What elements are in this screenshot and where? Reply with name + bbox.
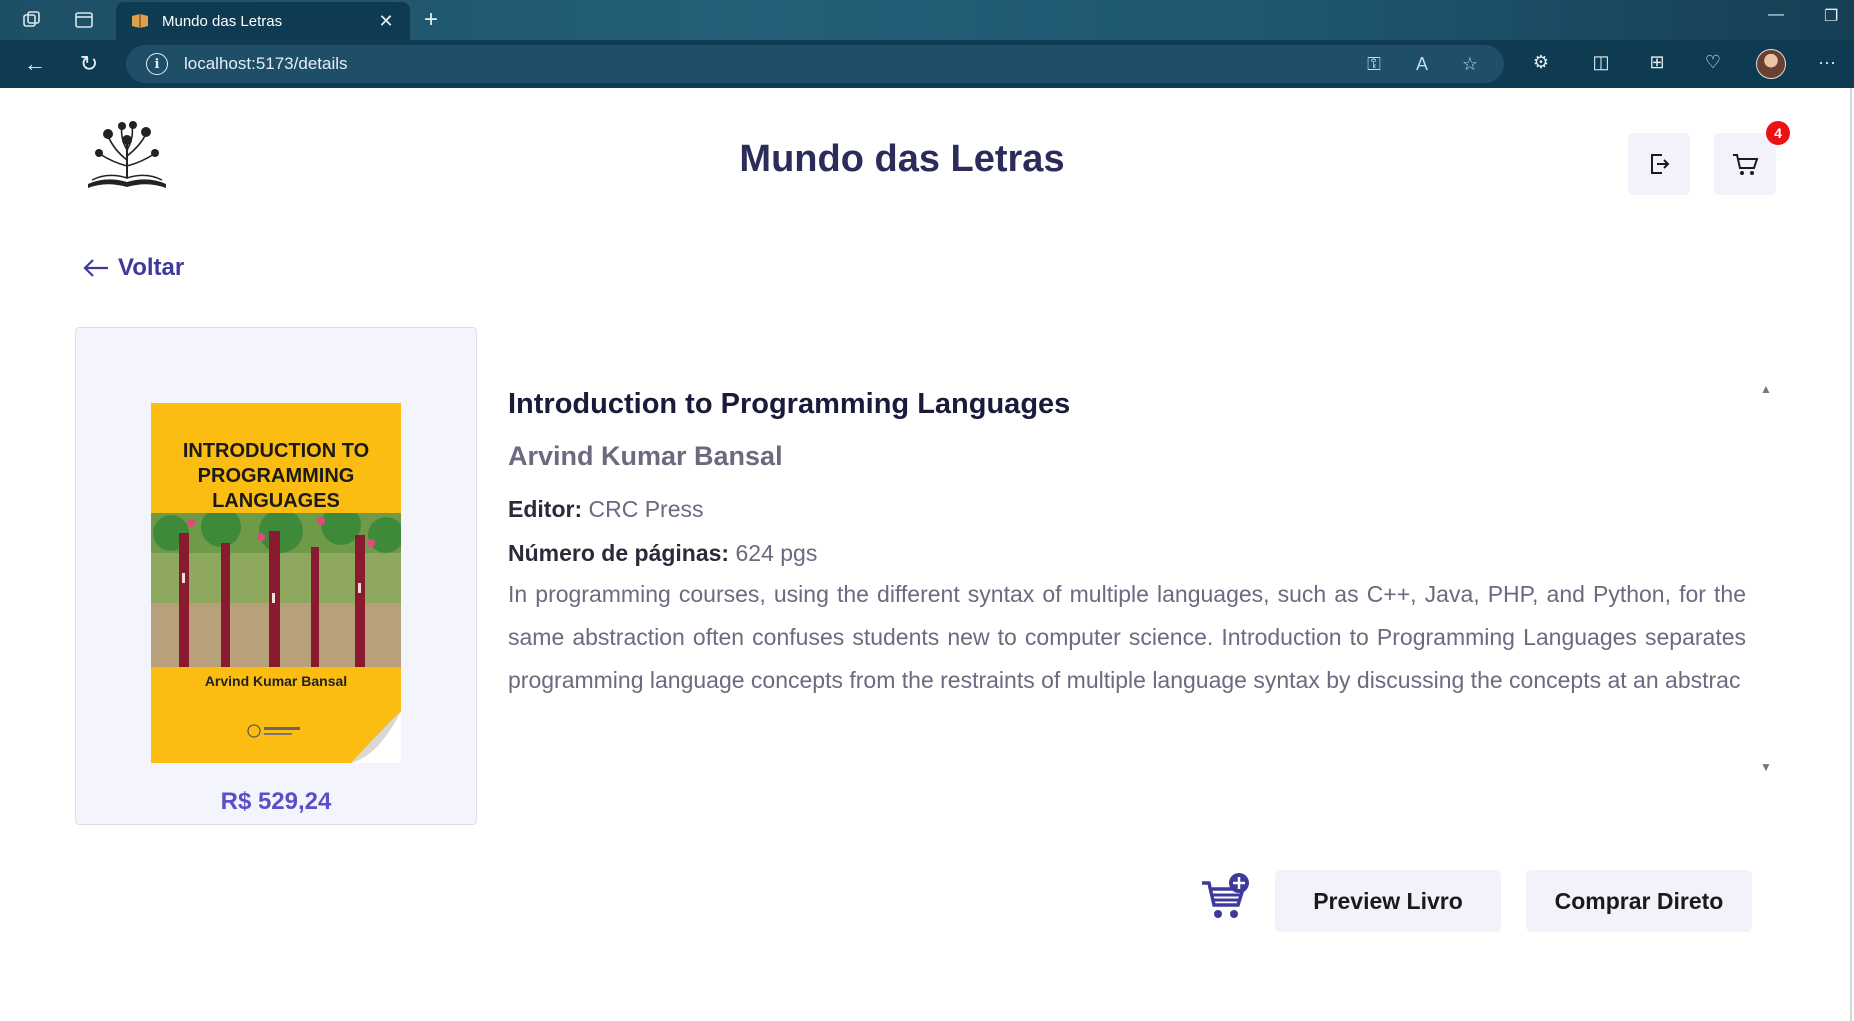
book-editor: Editor: CRC Press	[508, 496, 1746, 523]
restore-icon[interactable]: ❐	[1824, 6, 1838, 26]
publisher-logo	[247, 724, 300, 738]
editor-label: Editor:	[508, 496, 583, 522]
book-price: R$ 529,24	[220, 788, 332, 815]
cart-count-badge: 4	[1766, 121, 1790, 145]
site-title: Mundo das Letras	[739, 138, 1065, 180]
browser-tab-bar: Mundo das Letras ✕ + — ❐	[0, 0, 1854, 40]
book-title: Introduction to Programming Languages	[508, 388, 1071, 420]
back-link-label: Voltar	[118, 254, 185, 281]
split-screen-icon[interactable]: ◫	[1588, 52, 1614, 73]
address-bar[interactable]: i localhost:5173/details ⚿ A ☆	[126, 45, 1504, 83]
collections-icon[interactable]: ⊞	[1644, 52, 1670, 73]
cart-button[interactable]	[1714, 133, 1776, 195]
book-description: In programming courses, using the differ…	[508, 581, 1746, 693]
scroll-up-arrow[interactable]: ▲	[1760, 382, 1772, 396]
buy-direct-button[interactable]: Comprar Direto	[1526, 870, 1752, 932]
tab-actions-icon[interactable]	[70, 8, 98, 32]
book-favicon-icon	[132, 14, 148, 28]
pages-value: 624 pgs	[735, 540, 818, 566]
page-content: Mundo das Letras 4 Voltar INTRODUCTION T…	[0, 88, 1852, 1021]
cover-title: INTRODUCTION TO PROGRAMMING LANGUAGES	[182, 440, 370, 512]
forest-illustration	[151, 513, 401, 667]
book-details: Introduction to Programming Languages Ar…	[508, 388, 1746, 702]
back-link[interactable]: Voltar	[82, 254, 184, 282]
cart-icon	[1733, 154, 1759, 175]
key-icon[interactable]: ⚿	[1360, 54, 1388, 75]
url-text[interactable]: localhost:5173/details	[184, 54, 1360, 74]
tab-title: Mundo das Letras	[162, 12, 283, 30]
close-tab-icon[interactable]: ✕	[374, 11, 398, 32]
logout-icon	[1651, 154, 1670, 174]
more-menu-icon[interactable]: ···	[1814, 52, 1840, 73]
new-tab-icon[interactable]: +	[424, 6, 438, 34]
arrow-left-icon	[83, 259, 108, 277]
back-arrow-icon[interactable]: ←	[20, 50, 50, 78]
favorite-star-icon[interactable]: ☆	[1456, 54, 1484, 75]
book-cover-card: INTRODUCTION TO PROGRAMMING LANGUAGES Ar…	[75, 327, 477, 825]
book-cover-image: INTRODUCTION TO PROGRAMMING LANGUAGES Ar…	[151, 403, 401, 763]
book-author: Arvind Kumar Bansal	[508, 441, 783, 471]
refresh-icon[interactable]: ↻	[74, 50, 104, 78]
cover-author: Arvind Kumar Bansal	[204, 673, 348, 689]
pages-label: Número de páginas:	[508, 540, 730, 566]
workspaces-icon[interactable]	[18, 8, 46, 32]
extensions-icon[interactable]: ⚙	[1528, 52, 1554, 73]
browser-essentials-icon[interactable]: ♡	[1700, 52, 1726, 73]
read-aloud-icon[interactable]: A	[1408, 54, 1436, 75]
site-info-icon[interactable]: i	[146, 53, 168, 75]
profile-avatar[interactable]	[1756, 49, 1786, 79]
editor-value: CRC Press	[588, 496, 704, 522]
page-curl	[351, 711, 401, 763]
active-tab[interactable]: Mundo das Letras ✕	[116, 2, 410, 40]
minimize-icon[interactable]: —	[1768, 6, 1784, 24]
add-to-cart-icon[interactable]	[1200, 873, 1252, 921]
scroll-down-arrow[interactable]: ▼	[1760, 760, 1772, 774]
book-pages: Número de páginas: 624 pgs	[508, 540, 1746, 567]
preview-book-button[interactable]: Preview Livro	[1275, 870, 1501, 932]
browser-toolbar: ← ↻ i localhost:5173/details ⚿ A ☆ ⚙ ◫ ⊞…	[0, 40, 1854, 88]
logout-button[interactable]	[1628, 133, 1690, 195]
